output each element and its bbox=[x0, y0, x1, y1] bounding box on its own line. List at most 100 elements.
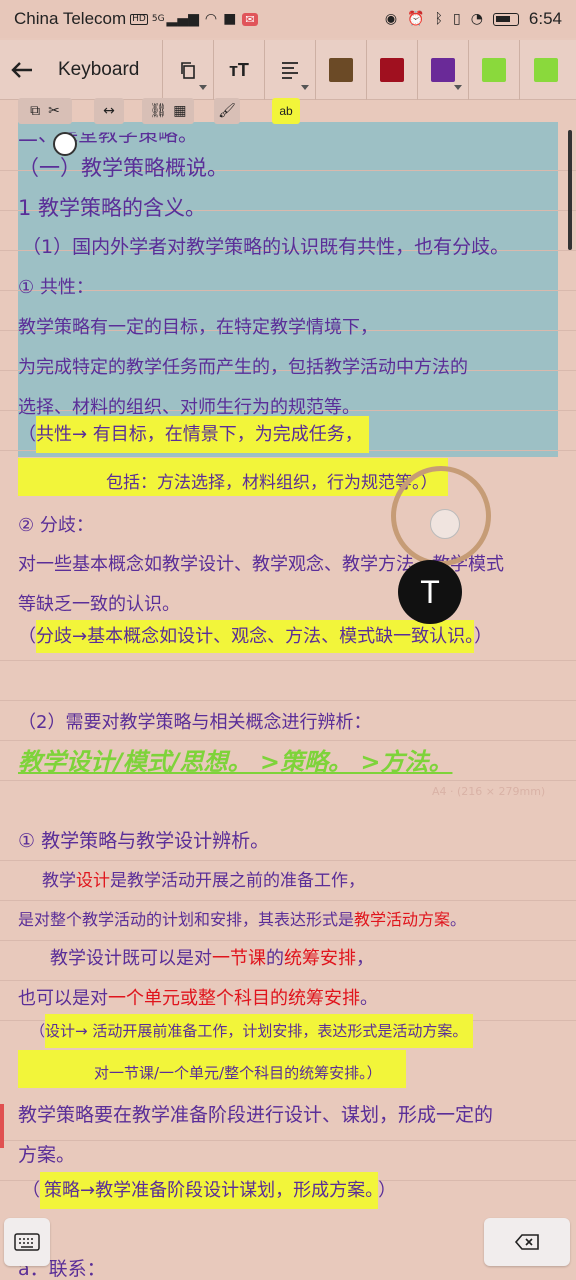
selection-end-handle[interactable] bbox=[391, 466, 491, 566]
swap-icon: ↔ bbox=[103, 103, 115, 119]
para-line: 为完成特定的教学任务而产生的，包括教学活动中方法的 bbox=[18, 357, 468, 378]
selection-start-handle[interactable] bbox=[53, 132, 77, 156]
note-paren: （ bbox=[18, 424, 36, 445]
highlight-label: ab bbox=[279, 104, 293, 118]
status-bar: China Telecom HD 5G ▂▄▆ ◠ ■ ✉ ◉ ⏰ ᛒ ▯ ◔ … bbox=[0, 0, 576, 38]
note-paren: （ bbox=[18, 626, 36, 647]
para-line: 方案。 bbox=[18, 1144, 76, 1166]
margin-marker bbox=[0, 1104, 4, 1148]
swatch-green bbox=[482, 58, 506, 82]
format-tools: тT bbox=[162, 40, 571, 100]
text-run: 教学设计既可以是对 bbox=[50, 948, 212, 969]
app-notification-icon: ✉ bbox=[242, 12, 258, 26]
link-qr-tools[interactable]: ⛓ ▦ bbox=[142, 98, 194, 124]
back-arrow-icon[interactable] bbox=[4, 50, 40, 90]
highlight-tool[interactable]: ab bbox=[272, 98, 300, 124]
color-swatch-purple[interactable] bbox=[418, 40, 469, 100]
para-line: 教学策略要在教学准备阶段进行设计、谋划，形成一定的 bbox=[18, 1104, 494, 1126]
vibrate-icon: ▯ bbox=[452, 11, 461, 27]
para-line: 教学设计既可以是对一节课的统筹安排， bbox=[50, 944, 374, 970]
note-line: （共性→ 有目标，在情景下，为完成任务， bbox=[18, 416, 369, 453]
para-line: 教学策略有一定的目标，在特定教学情境下， bbox=[18, 317, 378, 338]
highlight-note: 对一节课/一个单元/整个科目的统筹安排。 bbox=[94, 1064, 367, 1082]
para-line: ① 教学策略与教学设计辨析。 bbox=[18, 830, 270, 852]
text-tool-bubble[interactable]: T bbox=[398, 560, 462, 624]
signal-icon: ▂▄▆ bbox=[166, 11, 199, 27]
bluetooth-icon: ᛒ bbox=[434, 11, 443, 27]
note-line-2: 对一节课/一个单元/整个科目的统筹安排。） bbox=[94, 1062, 382, 1083]
copy-icon bbox=[181, 62, 195, 79]
note-line: （设计→ 活动开展前准备工作，计划安排，表达形式是活动方案。 bbox=[30, 1014, 474, 1048]
color-swatch-red[interactable] bbox=[367, 40, 418, 100]
note-paren: ） bbox=[474, 626, 493, 647]
brush-tool[interactable]: 🖌 bbox=[214, 98, 240, 124]
text-run: 是教学活动开展之前的准备工作， bbox=[110, 871, 365, 891]
page-size-label: A4 · (216 × 279mm) bbox=[432, 785, 546, 798]
swap-tool[interactable]: ↔ bbox=[94, 98, 124, 124]
highlight-note: 包括：方法选择，材料组织，行为规范等。 bbox=[106, 473, 421, 493]
highlight-note: 设计→ 活动开展前准备工作，计划安排，表达形式是活动方案。 bbox=[45, 1014, 474, 1048]
para-line: 也可以是对一个单元或整个科目的统筹安排。 bbox=[18, 984, 378, 1010]
text-run: 的 bbox=[266, 948, 284, 969]
note-paren: ） bbox=[378, 1180, 397, 1201]
text-run: 是对整个教学活动的计划和安排，其表达形式是 bbox=[18, 910, 355, 929]
swatch-green-2 bbox=[533, 58, 558, 82]
heading-section: （一）教学策略概说。 bbox=[18, 156, 228, 180]
copy-icon[interactable]: ⧉ bbox=[30, 103, 40, 119]
note-paren: （ bbox=[22, 1180, 40, 1201]
para-line: 是对整个教学活动的计划和安排，其表达形式是教学活动方案。 bbox=[18, 906, 466, 930]
backspace-button[interactable] bbox=[484, 1218, 570, 1266]
scissors-icon[interactable]: ✂ bbox=[48, 103, 60, 119]
heading-item: 1 教学策略的含义。 bbox=[18, 196, 207, 220]
note-line-2: 包括：方法选择，材料组织，行为规范等。） bbox=[106, 468, 438, 493]
align-button[interactable] bbox=[265, 40, 316, 100]
battery-icon bbox=[492, 12, 519, 26]
toolbar-title: Keyboard bbox=[58, 58, 140, 80]
eye-icon: ◉ bbox=[384, 11, 398, 27]
note-paren: （ bbox=[30, 1022, 46, 1040]
copy-cut-tools[interactable]: ⧉ ✂ bbox=[18, 98, 72, 124]
color-swatch-green-2[interactable] bbox=[520, 40, 571, 100]
text-run: 也可以是对 bbox=[18, 988, 108, 1009]
text-run: 。 bbox=[450, 910, 467, 929]
red-text: 一个单元或整个科目的统筹安排 bbox=[108, 988, 360, 1009]
text-run: ， bbox=[356, 948, 374, 969]
green-emphasis: 教学设计/模式/思想。 >策略。 >方法。 bbox=[18, 748, 453, 776]
para-line: （2）需要对教学策略与相关概念进行辨析： bbox=[18, 712, 372, 733]
text-run: 。 bbox=[360, 988, 378, 1009]
wifi-icon: ◠ bbox=[204, 11, 218, 27]
note-line: （分歧→基本概念如设计、观念、方法、模式缺一致认识。） bbox=[18, 620, 493, 653]
scrollbar-thumb[interactable] bbox=[568, 130, 572, 250]
swatch-red bbox=[380, 58, 404, 82]
camera-icon: ■ bbox=[223, 11, 237, 27]
red-text: 一节课 bbox=[212, 948, 266, 969]
show-keyboard-button[interactable] bbox=[4, 1218, 50, 1266]
swatch-brown bbox=[329, 58, 353, 82]
backspace-icon bbox=[514, 1234, 539, 1250]
red-text: 教学活动方案 bbox=[354, 910, 451, 929]
carrier-name: China Telecom bbox=[14, 9, 127, 28]
highlight-note: 分歧→基本概念如设计、观念、方法、模式缺一致认识。 bbox=[36, 620, 475, 653]
link-icon[interactable]: ⛓ bbox=[149, 103, 167, 119]
speed-icon: ◔ bbox=[470, 11, 483, 27]
para-line: ② 分歧： bbox=[18, 515, 94, 536]
clock: 6:54 bbox=[528, 9, 562, 28]
document-canvas[interactable]: 二、课堂教学策略。 （一）教学策略概说。 1 教学策略的含义。 （1）国内外学者… bbox=[0, 100, 576, 1280]
para-line: （1）国内外学者对教学策略的认识既有共性，也有分歧。 bbox=[22, 236, 510, 258]
color-swatch-brown[interactable] bbox=[316, 40, 367, 100]
handle-knob bbox=[430, 509, 460, 539]
highlight-note: 策略→教学准备阶段设计谋划，形成方案。 bbox=[40, 1172, 379, 1209]
text-size-button[interactable]: тT bbox=[214, 40, 265, 100]
red-text: 设计 bbox=[76, 871, 110, 891]
brush-icon: 🖌 bbox=[218, 103, 236, 119]
copy-format-button[interactable] bbox=[163, 40, 214, 100]
highlight-note: 共性→ 有目标，在情景下，为完成任务， bbox=[36, 416, 369, 453]
alarm-icon: ⏰ bbox=[407, 11, 425, 27]
align-left-icon bbox=[282, 62, 298, 79]
qr-code-icon[interactable]: ▦ bbox=[173, 103, 186, 119]
color-swatch-green[interactable] bbox=[469, 40, 520, 100]
para-line: ① 共性： bbox=[18, 277, 94, 298]
text-run: 教学 bbox=[42, 871, 76, 891]
swatch-purple bbox=[431, 58, 455, 82]
keyboard-icon bbox=[14, 1233, 40, 1251]
